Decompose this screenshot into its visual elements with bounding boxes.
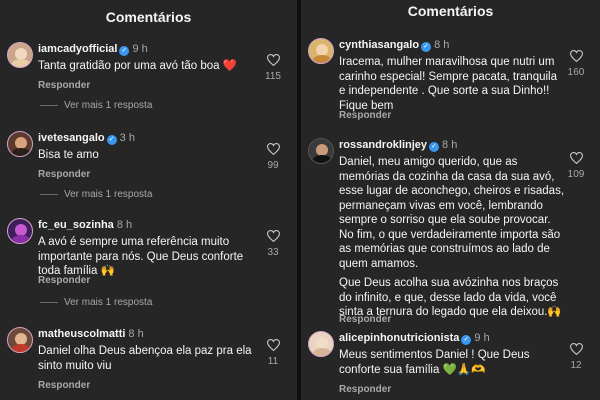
avatar[interactable] xyxy=(7,42,33,68)
divider-line xyxy=(40,104,58,106)
username[interactable]: iamcadyofficial xyxy=(38,43,117,55)
like-control: 11 xyxy=(261,339,285,367)
comment-meta: matheuscolmatti 8 h xyxy=(38,328,144,340)
username[interactable]: alicepinhonutricionista xyxy=(339,332,459,344)
username[interactable]: fc_eu_sozinha xyxy=(38,219,114,231)
timestamp: 8 h xyxy=(128,328,144,340)
like-count: 33 xyxy=(267,247,279,258)
reply-button[interactable]: Responder xyxy=(38,275,90,286)
like-control: 99 xyxy=(261,143,285,171)
like-count: 109 xyxy=(567,169,585,180)
comment-meta: alicepinhonutricionista ✓ 9 h xyxy=(339,332,490,345)
reply-button[interactable]: Responder xyxy=(38,169,90,180)
heart-icon[interactable] xyxy=(266,143,280,155)
like-count: 99 xyxy=(267,160,279,171)
like-count: 11 xyxy=(267,356,279,367)
timestamp: 9 h xyxy=(474,332,490,344)
heart-icon[interactable] xyxy=(266,54,280,66)
username[interactable]: cynthiasangalo xyxy=(339,39,419,51)
comments-panel-left: Comentários iamcadyofficial ✓ 9 h Tanta gr… xyxy=(0,0,297,400)
comment-text: Meus sentimentos Daniel ! Que Deus confo… xyxy=(339,349,530,376)
heart-icon[interactable] xyxy=(266,339,280,351)
divider-line xyxy=(40,301,58,303)
reply-button[interactable]: Responder xyxy=(339,314,391,325)
comment-text: Bisa te amo xyxy=(38,149,99,161)
avatar[interactable] xyxy=(7,327,33,353)
timestamp: 8 h xyxy=(434,39,450,51)
reply-button[interactable]: Responder xyxy=(339,110,391,121)
verified-badge-icon: ✓ xyxy=(421,42,432,52)
view-replies-link[interactable]: Ver mais 1 resposta xyxy=(40,100,152,111)
comment-meta: ivetesangalo ✓ 3 h xyxy=(38,132,135,145)
username[interactable]: matheuscolmatti xyxy=(38,328,125,340)
heart-icon[interactable] xyxy=(266,230,280,242)
comment-text: Daniel olha Deus abençoa ela paz pra ela… xyxy=(38,345,252,372)
comment-meta: cynthiasangalo ✓ 8 h xyxy=(339,39,449,52)
like-count: 12 xyxy=(570,360,582,371)
username[interactable]: rossandroklinjey xyxy=(339,139,427,151)
reply-button[interactable]: Responder xyxy=(38,380,90,391)
verified-badge-icon: ✓ xyxy=(106,135,117,145)
comment-text: Daniel, meu amigo querido, que as memóri… xyxy=(339,156,565,318)
panel-title: Comentários xyxy=(105,9,192,25)
verified-badge-icon: ✓ xyxy=(119,46,130,56)
timestamp: 9 h xyxy=(132,43,148,55)
like-count: 160 xyxy=(567,67,585,78)
like-control: 109 xyxy=(564,152,588,180)
timestamp: 8 h xyxy=(116,219,133,231)
heart-icon[interactable] xyxy=(569,50,583,62)
comment-meta: fc_eu_sozinha 8 h xyxy=(38,219,132,231)
timestamp: 3 h xyxy=(119,132,135,144)
avatar[interactable] xyxy=(308,331,334,357)
like-control: 115 xyxy=(261,54,285,82)
comment-meta: iamcadyofficial ✓ 9 h xyxy=(38,43,148,56)
view-replies-link[interactable]: Ver mais 1 resposta xyxy=(40,189,152,200)
avatar[interactable] xyxy=(308,138,334,164)
panel-title: Comentários xyxy=(407,3,494,19)
timestamp: 8 h xyxy=(442,139,458,151)
view-replies-link[interactable]: Ver mais 1 resposta xyxy=(40,297,152,308)
heart-icon[interactable] xyxy=(569,152,583,164)
verified-badge-icon: ✓ xyxy=(461,335,472,345)
username[interactable]: ivetesangalo xyxy=(38,132,105,144)
reply-button[interactable]: Responder xyxy=(339,384,391,395)
verified-badge-icon: ✓ xyxy=(429,142,440,152)
heart-icon[interactable] xyxy=(569,343,583,355)
reply-button[interactable]: Responder xyxy=(38,80,90,91)
avatar[interactable] xyxy=(7,131,33,157)
avatar[interactable] xyxy=(308,38,334,64)
comment-text: A avó é sempre uma referência muito impo… xyxy=(38,236,244,277)
like-count: 115 xyxy=(265,71,281,82)
comment-text: Tanta gratidão por uma avó tão boa ❤️ xyxy=(38,60,238,72)
comment-text: Iracema, mulher maravilhosa que nutri um… xyxy=(339,56,557,112)
like-control: 33 xyxy=(261,230,285,258)
divider-line xyxy=(40,193,58,195)
comment-meta: rossandroklinjey ✓ 8 h xyxy=(339,139,457,152)
like-control: 160 xyxy=(564,50,588,78)
avatar[interactable] xyxy=(7,218,33,244)
comments-panel-right: Comentários cynthiasangalo ✓ 8 h Iracema, … xyxy=(301,0,600,400)
like-control: 12 xyxy=(564,343,588,371)
